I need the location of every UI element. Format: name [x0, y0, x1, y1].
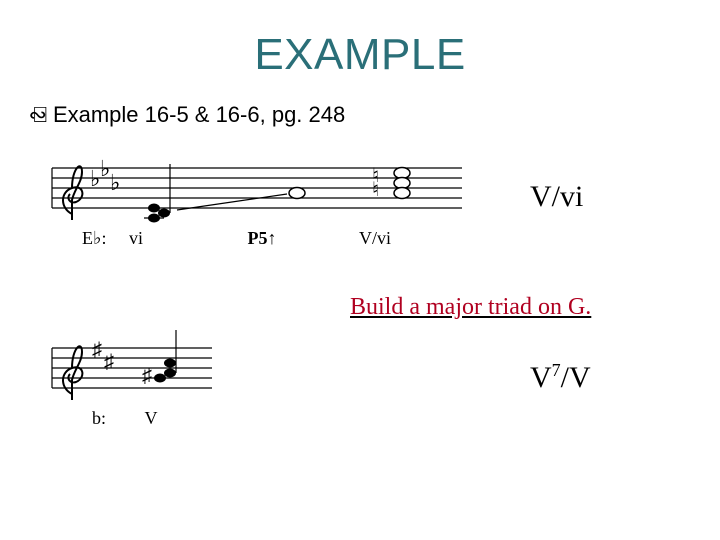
key-label: E♭: [82, 228, 107, 249]
figure1-labels: E♭: vi P5↑ V/vi [42, 228, 391, 249]
chord-label: V [145, 408, 158, 429]
sharp-icon: ♯ [92, 339, 102, 361]
script-bullet-icon: ∾ [29, 104, 47, 126]
flat-icon: ♭ [110, 170, 120, 195]
caption-text: Build a major triad on G. [350, 294, 591, 321]
annotation-v7-v: V7/V [530, 360, 591, 395]
annotation-suffix: /V [561, 361, 591, 394]
natural-icon: ♮ [372, 179, 379, 201]
chord-label: vi [129, 228, 143, 249]
bullet-row:  ∾ Example 16-5 & 16-6, pg. 248 [32, 102, 680, 128]
annotation-prefix: V [530, 361, 552, 394]
music-figure-1: ♭ ♭ ♭ ♮ ♮ E♭: vi P5↑ V/vi [42, 150, 482, 280]
slide: EXAMPLE  ∾ Example 16-5 & 16-6, pg. 248… [0, 0, 720, 540]
annotation-sup: 7 [552, 360, 561, 380]
flat-icon: ♭ [100, 156, 110, 181]
music-figure-2: ♯ ♯ ♯ b: V [42, 330, 482, 450]
figure2-labels: b: V [42, 408, 158, 429]
key-label: b: [92, 408, 106, 429]
bullet-text: Example 16-5 & 16-6, pg. 248 [53, 102, 345, 128]
sharp-icon: ♯ [104, 351, 114, 373]
annotation-v-vi: V/vi [530, 180, 583, 214]
flat-icon: ♭ [90, 166, 100, 191]
chord-label: V/vi [359, 228, 391, 249]
sharp-icon: ♯ [142, 365, 152, 387]
interval-label: P5↑ [248, 228, 277, 249]
page-title: EXAMPLE [40, 30, 680, 80]
